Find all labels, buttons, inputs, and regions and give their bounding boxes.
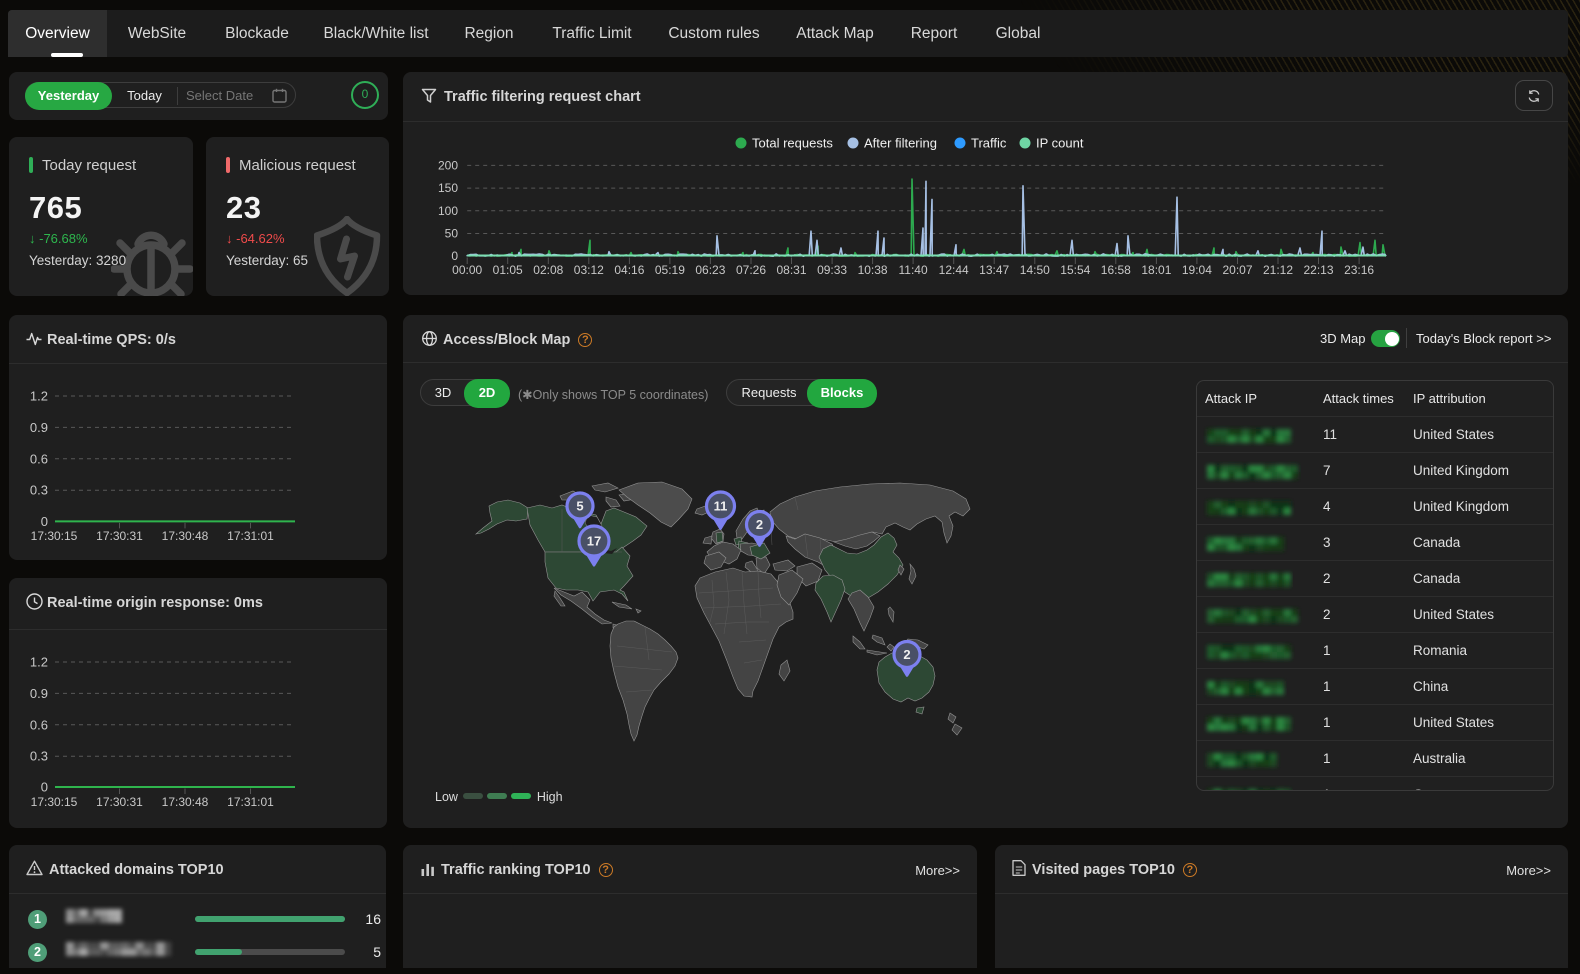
svg-text:0: 0 bbox=[41, 780, 48, 795]
svg-text:IP count: IP count bbox=[1036, 136, 1084, 151]
svg-text:00:00: 00:00 bbox=[452, 263, 482, 277]
svg-text:23:16: 23:16 bbox=[1344, 263, 1374, 277]
svg-text:11:40: 11:40 bbox=[899, 263, 928, 277]
svg-text:0.3: 0.3 bbox=[30, 749, 48, 764]
svg-text:200: 200 bbox=[438, 158, 458, 172]
svg-text:17:30:15: 17:30:15 bbox=[31, 529, 78, 543]
svg-text:11: 11 bbox=[714, 499, 728, 514]
svg-text:0.9: 0.9 bbox=[30, 420, 48, 435]
svg-text:0.6: 0.6 bbox=[30, 717, 48, 732]
svg-text:17:31:01: 17:31:01 bbox=[227, 795, 274, 809]
svg-text:Traffic: Traffic bbox=[971, 136, 1007, 151]
svg-text:22:13: 22:13 bbox=[1303, 263, 1333, 277]
svg-text:17:30:48: 17:30:48 bbox=[162, 795, 209, 809]
svg-text:50: 50 bbox=[445, 227, 459, 241]
svg-text:150: 150 bbox=[438, 181, 458, 195]
svg-text:20:07: 20:07 bbox=[1222, 263, 1252, 277]
svg-text:15:54: 15:54 bbox=[1060, 263, 1090, 277]
svg-text:19:04: 19:04 bbox=[1182, 263, 1212, 277]
svg-text:Total requests: Total requests bbox=[752, 136, 833, 151]
svg-text:21:12: 21:12 bbox=[1263, 263, 1293, 277]
svg-text:06:23: 06:23 bbox=[695, 263, 725, 277]
svg-text:0: 0 bbox=[451, 249, 458, 263]
svg-text:0.9: 0.9 bbox=[30, 686, 48, 701]
svg-text:12:44: 12:44 bbox=[939, 263, 969, 277]
svg-text:08:31: 08:31 bbox=[776, 263, 806, 277]
svg-text:17:30:15: 17:30:15 bbox=[31, 795, 78, 809]
svg-text:05:19: 05:19 bbox=[655, 263, 685, 277]
svg-text:17:30:31: 17:30:31 bbox=[96, 529, 143, 543]
svg-text:03:12: 03:12 bbox=[574, 263, 604, 277]
svg-text:1.2: 1.2 bbox=[30, 655, 48, 670]
svg-text:1.2: 1.2 bbox=[30, 389, 48, 404]
svg-text:02:08: 02:08 bbox=[533, 263, 563, 277]
svg-text:0.6: 0.6 bbox=[30, 451, 48, 466]
svg-text:04:16: 04:16 bbox=[614, 263, 644, 277]
svg-text:17:30:31: 17:30:31 bbox=[96, 795, 143, 809]
svg-text:10:38: 10:38 bbox=[858, 263, 888, 277]
svg-text:2: 2 bbox=[756, 517, 763, 532]
svg-text:01:05: 01:05 bbox=[493, 263, 523, 277]
svg-text:2: 2 bbox=[903, 647, 910, 662]
svg-text:After filtering: After filtering bbox=[864, 136, 937, 151]
svg-text:07:26: 07:26 bbox=[736, 263, 766, 277]
svg-text:0: 0 bbox=[41, 514, 48, 529]
svg-text:5: 5 bbox=[576, 499, 583, 514]
svg-text:16:58: 16:58 bbox=[1101, 263, 1131, 277]
svg-text:13:47: 13:47 bbox=[979, 263, 1009, 277]
svg-text:17:31:01: 17:31:01 bbox=[227, 529, 274, 543]
svg-text:09:33: 09:33 bbox=[817, 263, 847, 277]
svg-text:17:30:48: 17:30:48 bbox=[162, 529, 209, 543]
svg-text:17: 17 bbox=[587, 534, 601, 549]
svg-text:0.3: 0.3 bbox=[30, 483, 48, 498]
svg-text:100: 100 bbox=[438, 204, 458, 218]
svg-text:14:50: 14:50 bbox=[1020, 263, 1050, 277]
svg-text:18:01: 18:01 bbox=[1141, 263, 1171, 277]
